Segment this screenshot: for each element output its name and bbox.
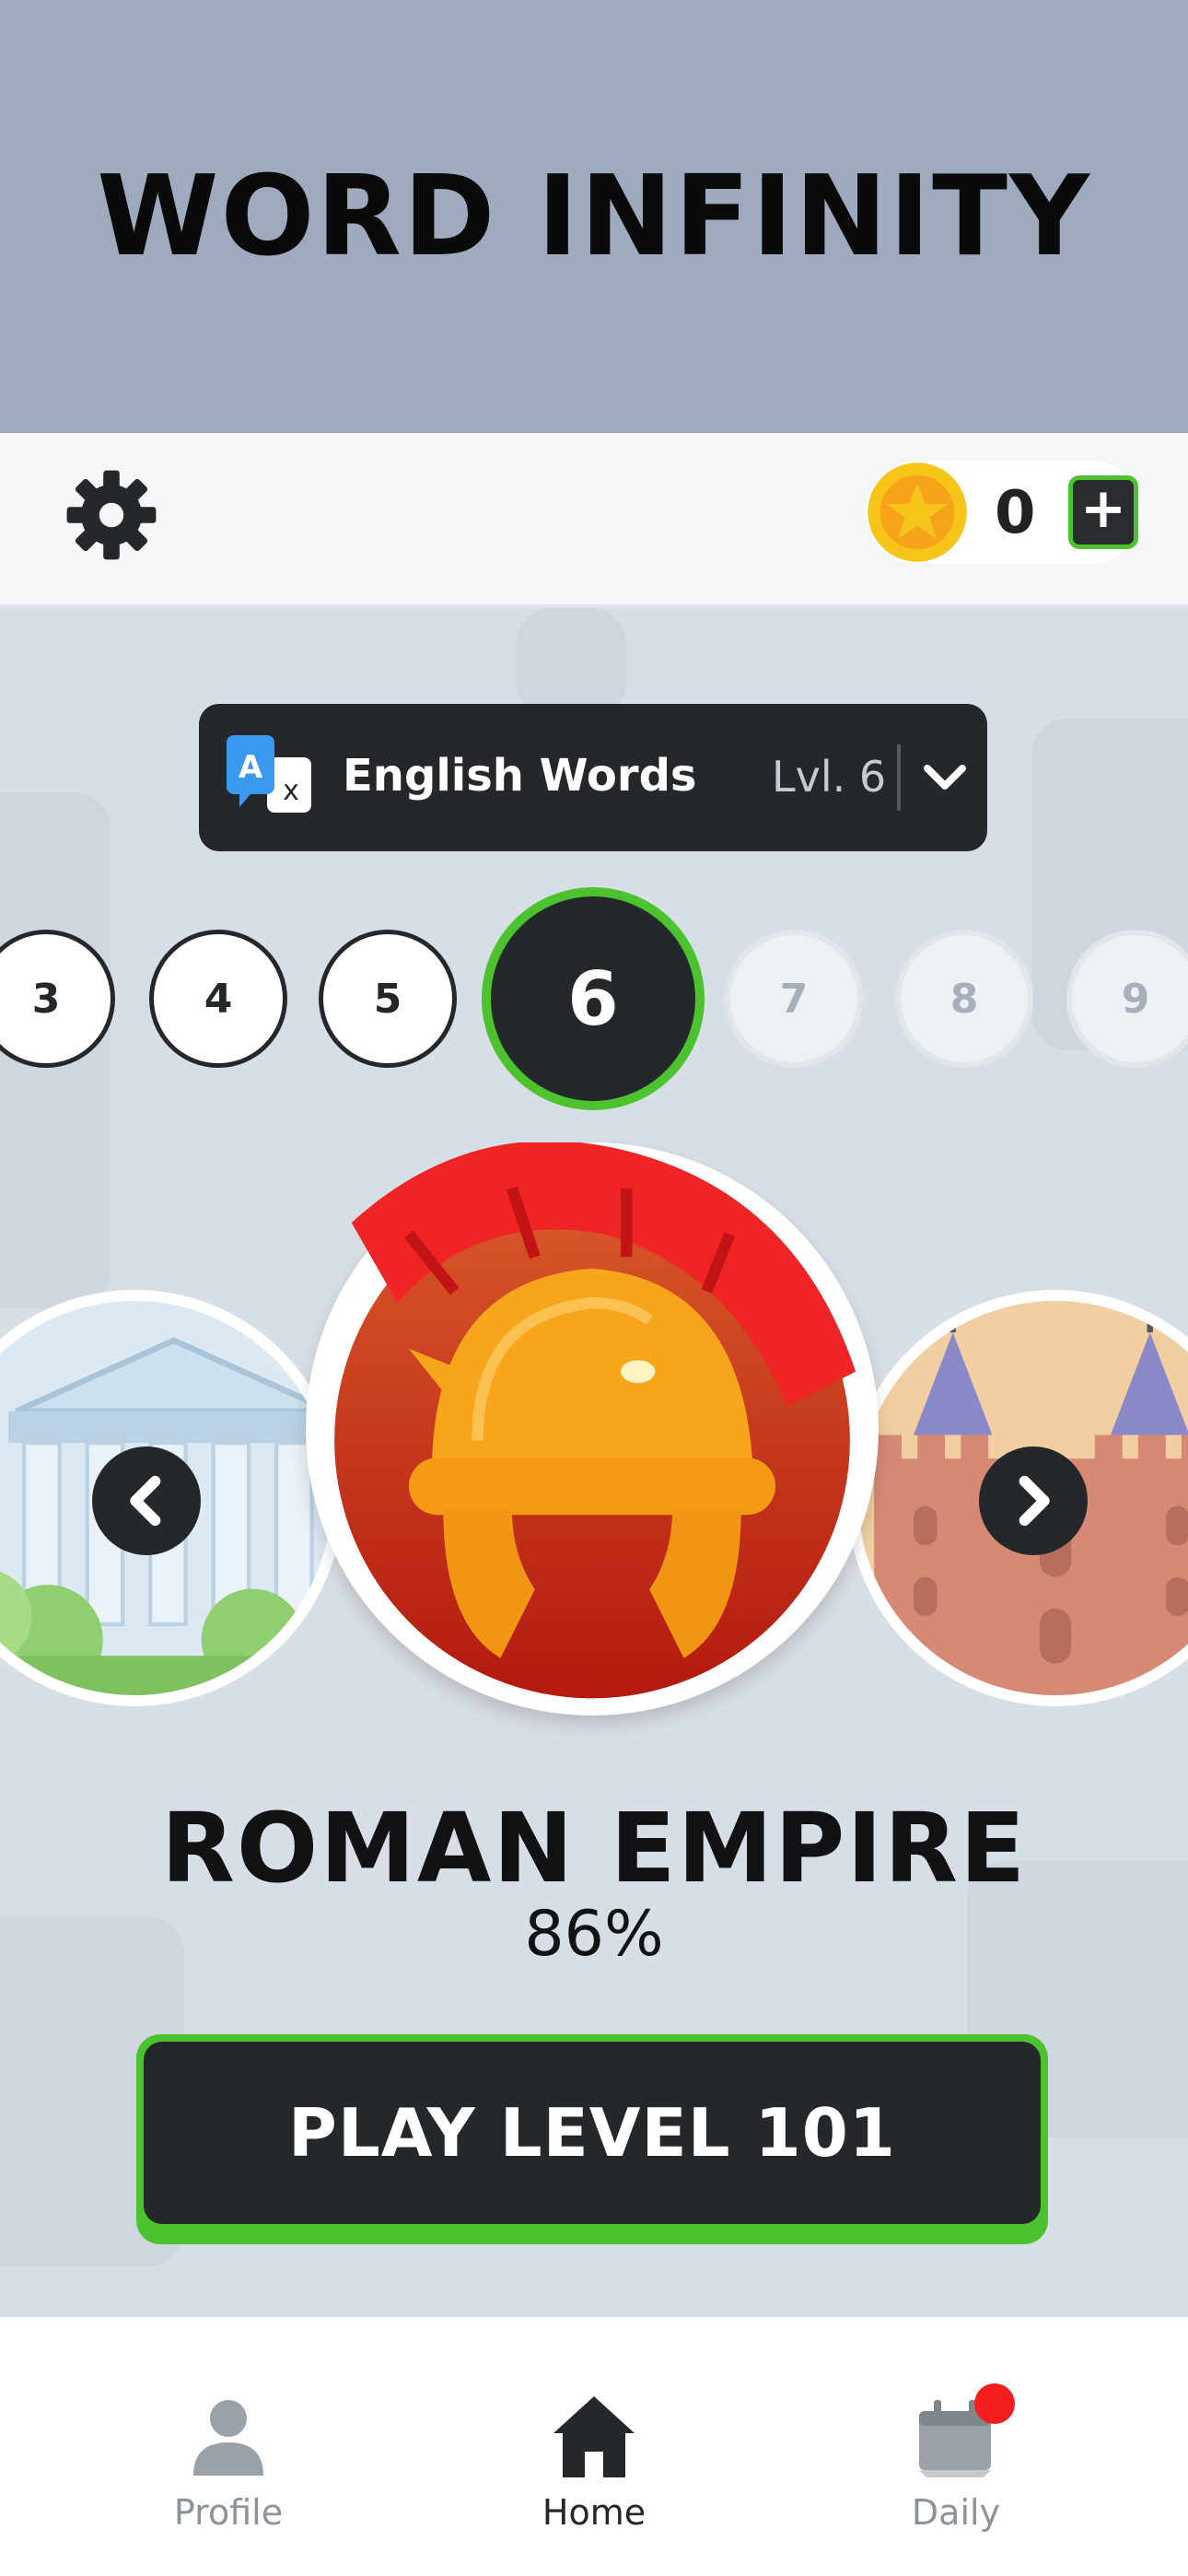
level-5[interactable]: 5 bbox=[319, 930, 457, 1068]
level-6-current[interactable]: 6 bbox=[491, 896, 695, 1101]
coin-count: 0 bbox=[995, 479, 1036, 547]
top-bar: 0 + bbox=[0, 433, 1188, 606]
profile-icon bbox=[193, 2400, 263, 2476]
roman-helmet-icon bbox=[334, 1141, 856, 1699]
svg-text:A: A bbox=[239, 749, 263, 786]
add-coins-button[interactable]: + bbox=[1068, 475, 1138, 549]
next-theme-button[interactable] bbox=[979, 1446, 1088, 1555]
theme-title: ROMAN EMPIRE bbox=[160, 1792, 1028, 1904]
nav-profile-label: Profile bbox=[173, 2492, 284, 2533]
play-level-button[interactable]: PLAY LEVEL 101 bbox=[136, 2034, 1048, 2244]
coin-icon bbox=[868, 463, 967, 562]
chevron-right-icon bbox=[1019, 1475, 1050, 1527]
chevron-down-icon[interactable] bbox=[919, 752, 971, 803]
bg-block bbox=[516, 608, 626, 719]
main-field: A x English Words Lvl. 6 3 4 5 6 7 8 9 R… bbox=[0, 608, 1188, 2317]
notification-badge bbox=[974, 2383, 1015, 2424]
nav-profile[interactable]: Profile bbox=[118, 2391, 339, 2533]
play-level-label: PLAY LEVEL 101 bbox=[144, 2042, 1041, 2224]
app-title: WORD INFINITY bbox=[97, 152, 1091, 281]
gear-icon[interactable] bbox=[61, 464, 162, 566]
home-icon bbox=[553, 2396, 635, 2477]
nav-home[interactable]: Home bbox=[483, 2391, 705, 2533]
current-theme[interactable] bbox=[306, 1141, 879, 1715]
theme-progress: 86% bbox=[524, 1898, 664, 1971]
nav-home-label: Home bbox=[542, 2492, 646, 2533]
language-level: Lvl. 6 bbox=[772, 752, 887, 802]
nav-daily[interactable]: Daily bbox=[845, 2383, 1066, 2533]
level-4[interactable]: 4 bbox=[149, 930, 287, 1068]
translate-icon: A x bbox=[227, 735, 311, 813]
divider bbox=[897, 744, 901, 811]
svg-text:x: x bbox=[283, 775, 299, 807]
title-banner: WORD INFINITY bbox=[0, 0, 1188, 433]
level-8[interactable]: 8 bbox=[895, 930, 1033, 1068]
nav-daily-label: Daily bbox=[911, 2492, 1001, 2533]
language-selector[interactable]: A x English Words Lvl. 6 bbox=[199, 704, 987, 851]
previous-theme-button[interactable] bbox=[92, 1446, 201, 1555]
language-name: English Words bbox=[343, 750, 697, 802]
coin-balance[interactable]: 0 + bbox=[866, 461, 1142, 564]
bottom-nav: Profile Home Daily bbox=[0, 2317, 1188, 2576]
chevron-left-icon bbox=[130, 1475, 161, 1527]
level-7[interactable]: 7 bbox=[725, 930, 863, 1068]
